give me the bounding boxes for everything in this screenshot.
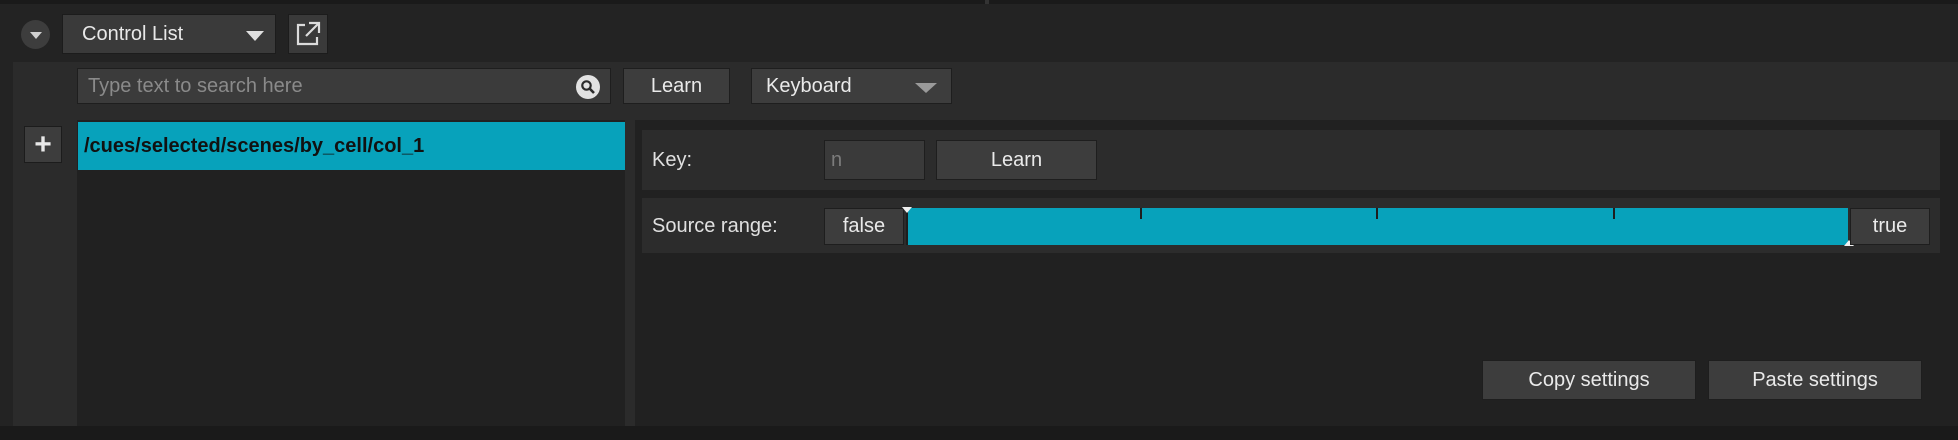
range-tick: [1613, 208, 1615, 219]
key-label: Key:: [652, 149, 693, 171]
panel-divider[interactable]: [625, 120, 635, 426]
search-field[interactable]: [77, 68, 611, 104]
chevron-down-icon: [29, 32, 42, 39]
range-min-button[interactable]: false: [824, 208, 904, 245]
list-item[interactable]: /cues/selected/scenes/by_cell/col_1: [78, 122, 625, 170]
search-input[interactable]: [86, 73, 560, 99]
collapse-button[interactable]: [21, 20, 50, 49]
paste-settings-button[interactable]: Paste settings: [1708, 360, 1922, 400]
view-dropdown[interactable]: Control List: [62, 14, 276, 54]
bottom-border: [0, 426, 1958, 440]
add-control-button[interactable]: +: [24, 126, 62, 163]
dropdown-caret-icon: [915, 83, 937, 93]
input-type-dropdown[interactable]: Keyboard: [751, 68, 952, 104]
range-tick: [1376, 208, 1378, 219]
external-link-icon: [296, 21, 321, 46]
input-type-label: Keyboard: [766, 74, 852, 97]
learn-button[interactable]: Learn: [623, 68, 730, 104]
source-range-label: Source range:: [652, 215, 778, 237]
left-gutter: [13, 120, 77, 426]
dropdown-caret-icon: [246, 31, 264, 41]
source-range-slider[interactable]: [902, 207, 1854, 246]
top-border: [0, 0, 1958, 4]
list-item-label: /cues/selected/scenes/by_cell/col_1: [84, 134, 425, 157]
range-min-handle[interactable]: [906, 208, 908, 245]
top-splitter[interactable]: [985, 0, 989, 4]
range-tick: [1140, 208, 1142, 219]
key-field[interactable]: n: [824, 140, 925, 180]
key-learn-button[interactable]: Learn: [936, 140, 1097, 180]
view-dropdown-label: Control List: [82, 22, 184, 45]
range-max-button[interactable]: true: [1850, 208, 1930, 245]
popout-button[interactable]: [288, 14, 328, 54]
copy-settings-button[interactable]: Copy settings: [1482, 360, 1696, 400]
search-icon[interactable]: [576, 75, 600, 99]
range-min-marker-icon: [902, 207, 912, 213]
plus-icon: +: [34, 127, 52, 161]
